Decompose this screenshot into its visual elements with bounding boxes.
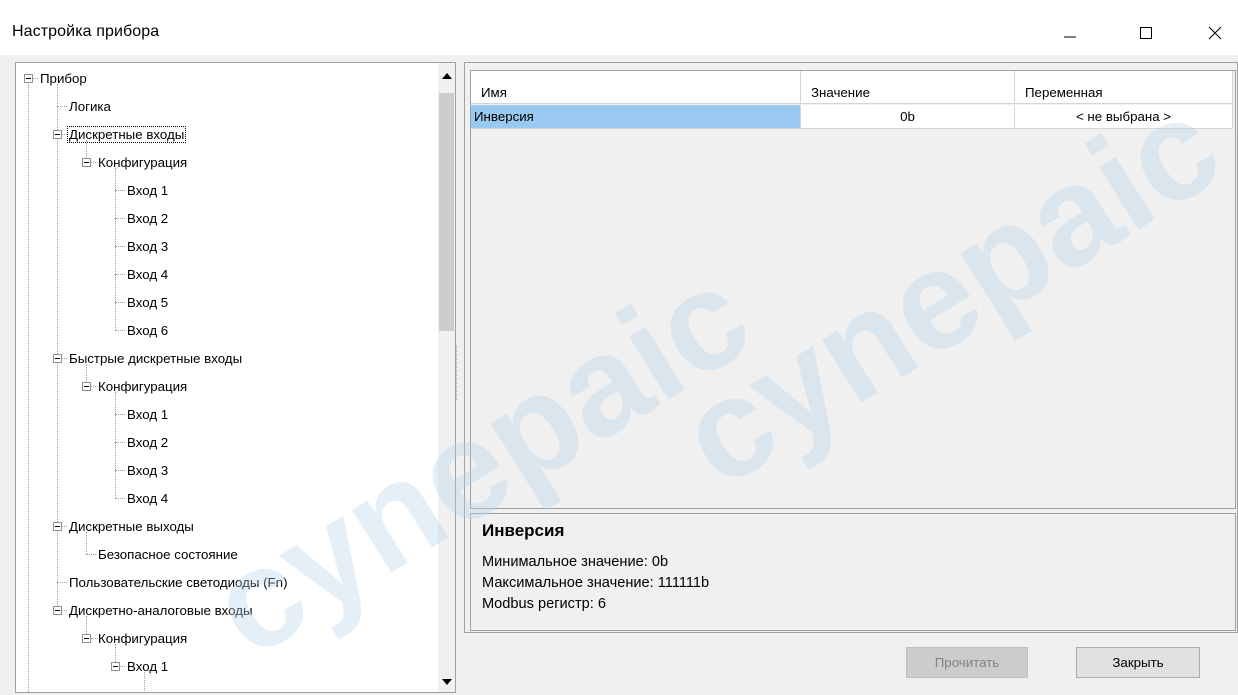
description-min-value: Минимальное значение: 0b xyxy=(482,554,669,570)
tree-node[interactable]: Безопасное состояние xyxy=(96,544,240,564)
tree-node-label: Прибор xyxy=(40,70,87,86)
tree-node-label: Логика xyxy=(69,98,111,114)
close-dialog-button[interactable]: Закрыть xyxy=(1076,647,1200,678)
tree-node[interactable]: Прибор xyxy=(38,68,89,88)
tree-connector xyxy=(115,470,125,471)
description-max-value: Максимальное значение: 111111b xyxy=(482,575,710,591)
tree-node[interactable]: Конфигурация xyxy=(96,152,189,172)
tree-node[interactable]: Логика xyxy=(67,96,113,116)
tree-node[interactable]: Вход 1 xyxy=(125,404,170,424)
horizontal-splitter[interactable] xyxy=(822,508,878,512)
tree-connector xyxy=(115,218,125,219)
tree-connector xyxy=(115,414,125,415)
collapse-icon[interactable] xyxy=(82,158,91,167)
tree-node[interactable]: Вход 6 xyxy=(125,320,170,340)
tree-node-label: Вход 2 xyxy=(127,210,169,226)
tree-node-label: Пользовательские светодиоды (Fn) xyxy=(69,574,288,590)
close-button[interactable] xyxy=(1192,10,1238,56)
collapse-icon[interactable] xyxy=(53,522,62,531)
collapse-icon[interactable] xyxy=(82,634,91,643)
tree-node-label: Вход 1 xyxy=(127,406,169,422)
tree-node-label: Вход 3 xyxy=(127,462,169,478)
tree-connector xyxy=(57,106,67,107)
tree-node-label: Дискретно-аналоговые входы xyxy=(69,602,253,618)
tree-node-label: Вход 6 xyxy=(127,322,169,338)
minimize-button[interactable] xyxy=(1047,10,1093,56)
tree-node-label: Вход 3 xyxy=(127,238,169,254)
tree-node[interactable]: Вход 1 xyxy=(125,656,170,676)
tree-connector xyxy=(115,302,125,303)
tree-connector xyxy=(115,274,125,275)
tree-node-label: Дискретные входы xyxy=(67,125,187,143)
collapse-icon[interactable] xyxy=(82,382,91,391)
tree-node[interactable]: Дискретные входы xyxy=(67,124,187,144)
tree-node-label: Вход 4 xyxy=(127,266,169,282)
grid-cell-value[interactable]: 0b xyxy=(801,105,1015,129)
vertical-splitter[interactable] xyxy=(456,345,459,400)
tree-connector xyxy=(86,554,96,555)
tree-guide-line xyxy=(115,168,116,330)
tree-node-label: Конфигурация xyxy=(98,378,188,394)
tree-node-label: Быстрые дискретные входы xyxy=(69,350,243,366)
tree-node[interactable]: Быстрые дискретные входы xyxy=(67,348,244,368)
tree-node-label: Вход 1 xyxy=(127,658,169,674)
title-bar: Настройка прибора xyxy=(0,0,1238,55)
collapse-icon[interactable] xyxy=(53,354,62,363)
read-button[interactable]: Прочитать xyxy=(906,647,1028,678)
scroll-down-icon[interactable] xyxy=(438,673,455,690)
column-header-value[interactable]: Значение xyxy=(801,71,1015,104)
tree-connector xyxy=(115,498,125,499)
collapse-icon[interactable] xyxy=(53,130,62,139)
tree-connector xyxy=(115,190,125,191)
minimize-icon xyxy=(1064,36,1076,38)
collapse-icon[interactable] xyxy=(53,606,62,615)
tree-node[interactable]: Конфигурация xyxy=(96,376,189,396)
tree-node[interactable]: Вход 3 xyxy=(125,460,170,480)
tree-node[interactable]: Вход 1 xyxy=(125,180,170,200)
description-panel: Инверсия Минимальное значение: 0b Максим… xyxy=(470,513,1236,631)
tree-node[interactable]: Дискретно-аналоговые входы xyxy=(67,600,255,620)
description-modbus-register: Modbus регистр: 6 xyxy=(482,596,607,612)
description-title: Инверсия xyxy=(482,521,565,540)
properties-grid[interactable]: Имя Значение Переменная Инверсия 0b < не… xyxy=(470,70,1236,509)
close-icon xyxy=(1208,26,1222,40)
scrollbar-thumb[interactable] xyxy=(439,93,454,331)
collapse-icon[interactable] xyxy=(24,74,33,83)
maximize-icon xyxy=(1140,27,1152,39)
tree-node[interactable]: Вход 4 xyxy=(125,264,170,284)
tree-guide-line xyxy=(28,84,29,692)
tree-guide-line xyxy=(57,84,58,610)
tree-node[interactable]: Вход 4 xyxy=(125,488,170,508)
tree-node[interactable]: Вход 3 xyxy=(125,236,170,256)
tree-node-label: Вход 4 xyxy=(127,490,169,506)
column-header-variable[interactable]: Переменная xyxy=(1015,71,1233,104)
maximize-button[interactable] xyxy=(1123,10,1169,56)
tree-node-label: Вход 5 xyxy=(127,294,169,310)
tree-node-label: Безопасное состояние xyxy=(98,546,238,562)
tree-node-label: Вход 1 xyxy=(127,182,169,198)
collapse-icon[interactable] xyxy=(111,662,120,671)
tree-connector xyxy=(57,582,67,583)
tree-node-label: Конфигурация xyxy=(98,630,188,646)
tree-node[interactable]: Пользовательские светодиоды (Fn) xyxy=(67,572,290,592)
tree-connector xyxy=(115,330,125,331)
tree-node-label: Вход 2 xyxy=(127,434,169,450)
tree-node[interactable]: Вход 5 xyxy=(125,292,170,312)
tree-node[interactable]: Конфигурация xyxy=(96,628,189,648)
tree-scrollbar[interactable] xyxy=(438,63,455,692)
window-title: Настройка прибора xyxy=(12,23,160,40)
tree-connector xyxy=(115,246,125,247)
device-tree[interactable]: Прибор Логика Дискретные входы Конфигурация… xyxy=(15,62,456,693)
tree-node[interactable]: Вход 2 xyxy=(125,432,170,452)
tree-guide-line xyxy=(115,392,116,498)
tree-node-label: Дискретные выходы xyxy=(69,518,194,534)
tree-node[interactable]: Дискретные выходы xyxy=(67,516,196,536)
scroll-up-icon[interactable] xyxy=(438,67,455,84)
grid-cell-name[interactable]: Инверсия xyxy=(471,105,801,129)
tree-node-label: Конфигурация xyxy=(98,154,188,170)
tree-node[interactable]: Вход 2 xyxy=(125,208,170,228)
column-header-name[interactable]: Имя xyxy=(471,71,801,104)
tree-connector xyxy=(115,442,125,443)
grid-cell-variable[interactable]: < не выбрана > xyxy=(1015,105,1233,129)
